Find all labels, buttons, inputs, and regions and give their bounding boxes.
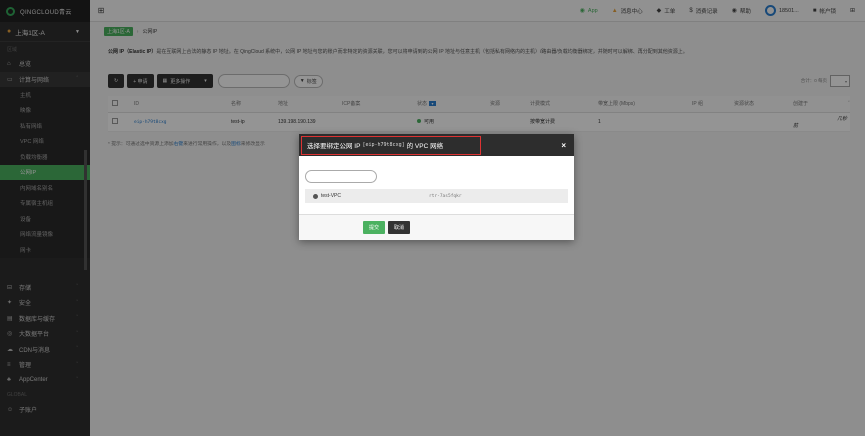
close-icon[interactable]: × (561, 141, 566, 150)
vpc-search-input[interactable] (305, 170, 377, 183)
vpc-router-id: rtr-7as5fqkr (429, 193, 462, 199)
vpc-option-row[interactable]: test-VPC rtr-7as5fqkr (305, 189, 568, 203)
bind-vpc-dialog: 选择要绑定公网 IP [eip-h79t8cxg] 的 VPC 网络 × tes… (299, 134, 574, 240)
radio-selected[interactable] (313, 193, 318, 199)
title-highlight-box (301, 136, 481, 155)
vpc-name: test-VPC (321, 193, 342, 199)
dialog-body: test-VPC rtr-7as5fqkr (299, 156, 574, 203)
dialog-header: 选择要绑定公网 IP [eip-h79t8cxg] 的 VPC 网络 × (299, 134, 574, 156)
submit-button[interactable]: 提交 (363, 221, 386, 234)
cancel-button[interactable]: 取消 (388, 221, 411, 234)
dialog-footer: 提交 取消 (299, 214, 574, 240)
